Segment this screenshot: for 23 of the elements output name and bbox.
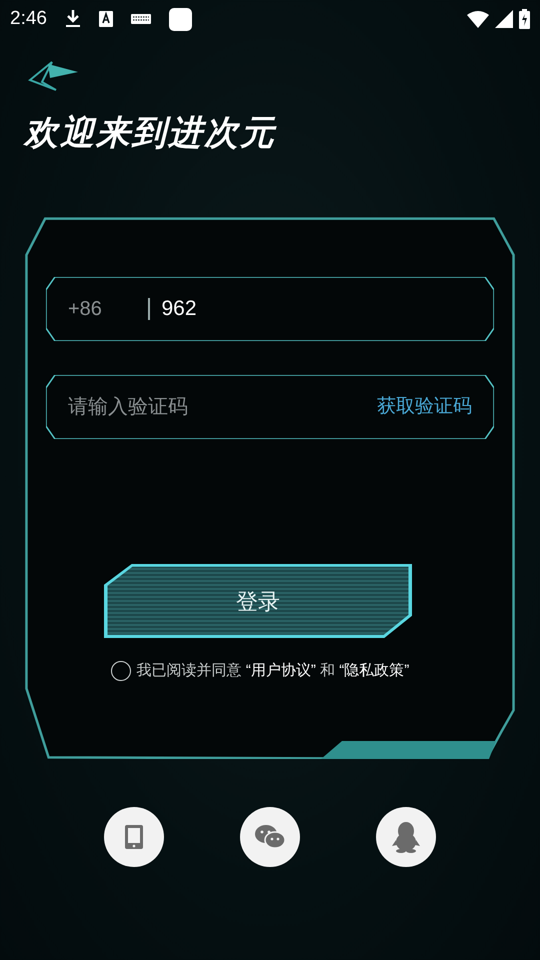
tablet-icon [124,824,144,850]
login-button[interactable]: 登录 [104,564,412,638]
logo-icon [28,60,80,92]
wifi-icon [467,10,489,28]
get-code-link[interactable]: 获取验证码 [377,392,472,422]
code-input[interactable]: 请输入验证码 [68,392,288,422]
penguin-icon [392,821,420,853]
user-agreement-link[interactable]: “用户协议” [246,662,316,679]
phone-field[interactable]: +86 962 [46,277,494,341]
battery-icon [519,9,530,29]
app-notification-icon [168,8,192,30]
status-time: 2:46 [10,6,47,31]
privacy-policy-link[interactable]: “隐私政策” [339,662,410,679]
code-field[interactable]: 请输入验证码 获取验证码 [46,375,494,439]
phone-input[interactable]: 962 [162,293,362,325]
agreement-checkbox[interactable] [110,661,131,682]
download-icon [64,9,81,29]
agreement-text: 我已阅读并同意 “用户协议” 和 “隐私政策” [136,661,410,681]
text-input-icon [98,11,113,27]
welcome-title: 欢迎来到进次元 [22,113,278,154]
country-code[interactable]: +86 [68,294,148,324]
signal-icon [495,10,513,28]
keyboard-icon [130,14,151,24]
